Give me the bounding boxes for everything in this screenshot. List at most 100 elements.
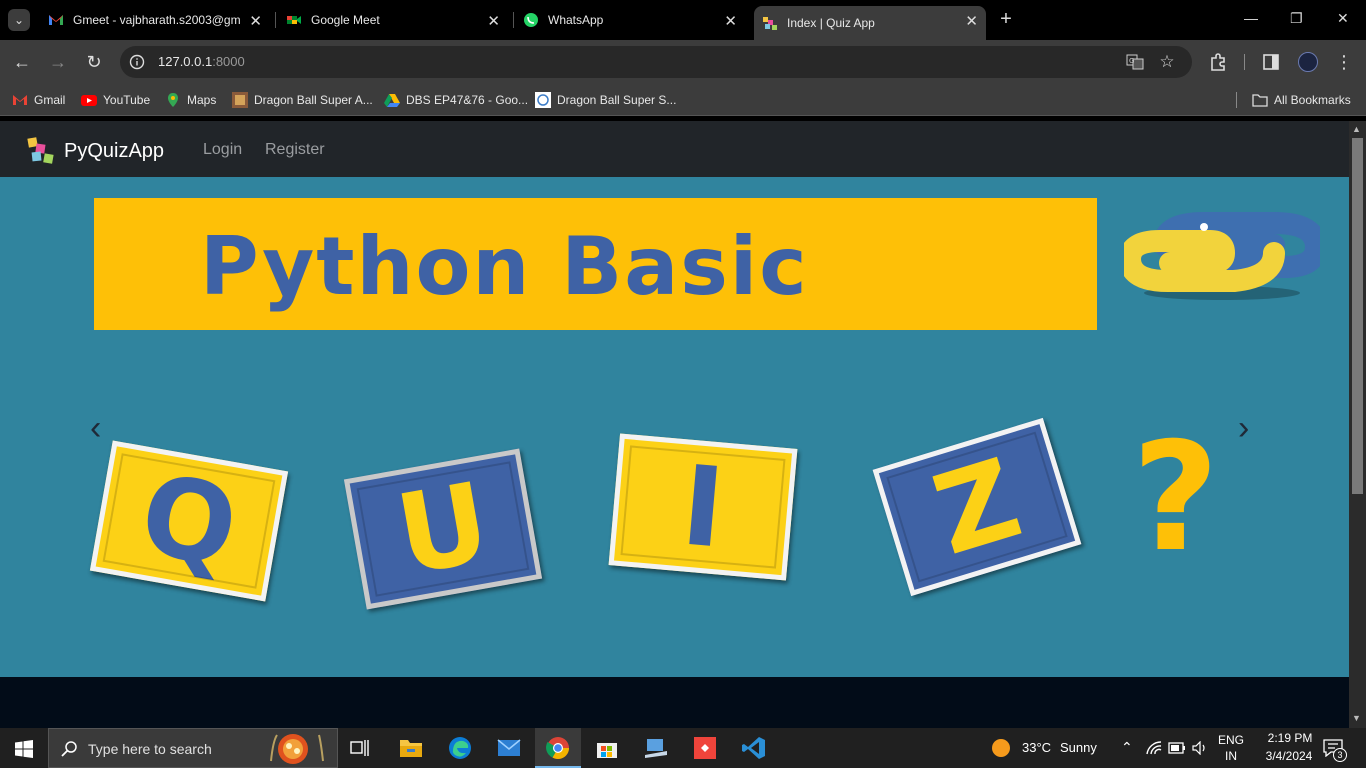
site-navbar: PyQuizApp Login Register bbox=[0, 121, 1349, 177]
tab-strip: ⌄ Gmeet - vajbharath.s2003@gmail.com ✕ G… bbox=[0, 0, 1366, 40]
quiz-letter-u: U bbox=[343, 448, 543, 610]
dev-tool-icon[interactable] bbox=[642, 734, 670, 762]
nav-login-link[interactable]: Login bbox=[203, 141, 242, 159]
microsoft-store-icon[interactable] bbox=[593, 734, 621, 762]
nav-register-link[interactable]: Register bbox=[265, 141, 325, 159]
weather-temp[interactable]: 33°C bbox=[1022, 740, 1051, 755]
volume-icon[interactable] bbox=[1192, 741, 1208, 755]
bookmark-dragon-ball-s[interactable]: Dragon Ball Super S... bbox=[535, 92, 676, 108]
gmail-icon bbox=[13, 95, 27, 105]
wifi-icon[interactable] bbox=[1146, 741, 1162, 755]
question-mark: ? bbox=[1132, 411, 1220, 585]
reload-icon[interactable]: ↻ bbox=[83, 51, 105, 73]
anydesk-icon[interactable] bbox=[691, 734, 719, 762]
bookmarks-bar: Gmail YouTube Maps Dragon Ball Super A..… bbox=[0, 84, 1366, 116]
carousel-prev-icon[interactable]: ‹ bbox=[90, 409, 101, 448]
bookmark-maps[interactable]: Maps bbox=[165, 92, 216, 108]
side-panel-icon[interactable] bbox=[1263, 54, 1279, 70]
google-drive-icon bbox=[384, 94, 400, 107]
close-icon[interactable]: ✕ bbox=[965, 12, 978, 30]
weather-condition[interactable]: Sunny bbox=[1060, 740, 1097, 755]
minimize-icon[interactable]: — bbox=[1244, 10, 1258, 26]
bookmark-label: DBS EP47&76 - Goo... bbox=[406, 93, 529, 107]
quiz-app-icon bbox=[763, 17, 777, 30]
bookmark-star-icon[interactable]: ☆ bbox=[1156, 51, 1178, 73]
show-hidden-icons-icon[interactable]: ⌃ bbox=[1121, 739, 1133, 756]
folder-icon bbox=[1252, 94, 1268, 107]
site-info-icon[interactable] bbox=[129, 54, 145, 70]
bookmark-youtube[interactable]: YouTube bbox=[81, 92, 150, 108]
language-region[interactable]: IN bbox=[1225, 749, 1237, 763]
notification-count-badge: 3 bbox=[1333, 748, 1347, 762]
clock-time[interactable]: 2:19 PM bbox=[1260, 731, 1320, 745]
search-highlight-image bbox=[270, 734, 324, 764]
bookmark-gmail[interactable]: Gmail bbox=[12, 92, 65, 108]
restore-icon[interactable]: ❐ bbox=[1290, 10, 1303, 27]
translate-icon[interactable]: G bbox=[1126, 54, 1144, 70]
bookmark-label: Dragon Ball Super A... bbox=[254, 93, 373, 107]
edge-icon[interactable] bbox=[446, 734, 474, 762]
carousel-next-icon[interactable]: › bbox=[1238, 409, 1249, 448]
site-brand[interactable]: PyQuizApp bbox=[26, 135, 164, 167]
close-icon[interactable]: ✕ bbox=[487, 12, 500, 30]
maps-icon bbox=[168, 93, 178, 107]
close-icon[interactable]: ✕ bbox=[249, 12, 262, 30]
quiz-letter-q: Q bbox=[89, 440, 289, 602]
tile-bevel bbox=[886, 431, 1068, 583]
tab-title: Gmeet - vajbharath.s2003@gmail.com bbox=[73, 13, 241, 27]
toolbar-divider bbox=[1244, 54, 1245, 70]
task-view-icon[interactable] bbox=[350, 739, 370, 757]
close-icon[interactable]: ✕ bbox=[724, 12, 737, 30]
chrome-taskbar-item[interactable] bbox=[535, 728, 581, 768]
brand-name: PyQuizApp bbox=[64, 139, 165, 162]
url-host: 127.0.0.1 bbox=[158, 54, 213, 69]
scroll-up-icon[interactable]: ▲ bbox=[1352, 124, 1361, 134]
tab-google-meet[interactable]: Google Meet ✕ bbox=[286, 6, 508, 34]
bookmark-dragon-ball-a[interactable]: Dragon Ball Super A... bbox=[232, 92, 373, 108]
language-code[interactable]: ENG bbox=[1218, 733, 1244, 747]
tile-bevel bbox=[356, 461, 530, 597]
hero-carousel: Python Basic ‹ › Q U I Z ? bbox=[0, 177, 1349, 677]
extensions-icon[interactable] bbox=[1209, 53, 1227, 71]
tile-bevel bbox=[620, 445, 786, 569]
quiz-letter-i: I bbox=[608, 433, 798, 581]
banner-title: Python Basic bbox=[200, 220, 809, 313]
browser-toolbar: ← → ↻ 127.0.0.1:8000 G ☆ ⋮ bbox=[0, 40, 1366, 84]
bookmark-dbs-drive[interactable]: DBS EP47&76 - Goo... bbox=[384, 92, 528, 108]
forward-icon[interactable]: → bbox=[47, 51, 69, 73]
tab-whatsapp[interactable]: WhatsApp ✕ bbox=[523, 6, 745, 34]
scrollbar-thumb[interactable] bbox=[1352, 138, 1363, 494]
scroll-down-icon[interactable]: ▼ bbox=[1352, 713, 1361, 723]
clock-date[interactable]: 3/4/2024 bbox=[1256, 749, 1322, 763]
tab-quiz-app[interactable]: Index | Quiz App ✕ bbox=[754, 6, 986, 40]
address-bar[interactable]: 127.0.0.1:8000 G ☆ bbox=[120, 46, 1192, 78]
google-meet-icon bbox=[287, 16, 301, 24]
tab-search-button[interactable]: ⌄ bbox=[8, 9, 30, 31]
window-close-icon[interactable]: ✕ bbox=[1337, 10, 1349, 27]
weather-sun-icon[interactable] bbox=[991, 738, 1011, 758]
search-placeholder: Type here to search bbox=[88, 741, 212, 757]
gmail-icon bbox=[49, 15, 63, 25]
quiz-letter-z: Z bbox=[872, 417, 1082, 597]
all-bookmarks-label: All Bookmarks bbox=[1274, 93, 1351, 107]
all-bookmarks[interactable]: All Bookmarks bbox=[1252, 92, 1351, 108]
tab-gmeet[interactable]: Gmeet - vajbharath.s2003@gmail.com ✕ bbox=[48, 6, 270, 34]
tile-bevel bbox=[102, 453, 276, 589]
bookmarks-divider bbox=[1236, 92, 1237, 108]
windows-start-icon[interactable] bbox=[15, 740, 33, 758]
profile-avatar[interactable] bbox=[1298, 52, 1318, 72]
page-scrollbar[interactable]: ▲ ▼ bbox=[1349, 121, 1366, 728]
page-viewport: PyQuizApp Login Register Python Basic ‹ … bbox=[0, 121, 1349, 728]
new-tab-icon[interactable]: + bbox=[995, 8, 1017, 30]
taskbar-search[interactable]: Type here to search bbox=[48, 728, 338, 768]
battery-icon[interactable] bbox=[1168, 742, 1186, 754]
menu-kebab-icon[interactable]: ⋮ bbox=[1333, 51, 1355, 73]
bookmark-label: YouTube bbox=[103, 93, 151, 107]
vscode-icon[interactable] bbox=[740, 734, 768, 762]
back-icon[interactable]: ← bbox=[11, 51, 33, 73]
mail-icon[interactable] bbox=[495, 734, 523, 762]
dragon-ball-icon bbox=[232, 92, 248, 108]
file-explorer-icon[interactable] bbox=[397, 734, 425, 762]
bookmark-label: Dragon Ball Super S... bbox=[557, 93, 677, 107]
tab-separator bbox=[513, 12, 514, 28]
